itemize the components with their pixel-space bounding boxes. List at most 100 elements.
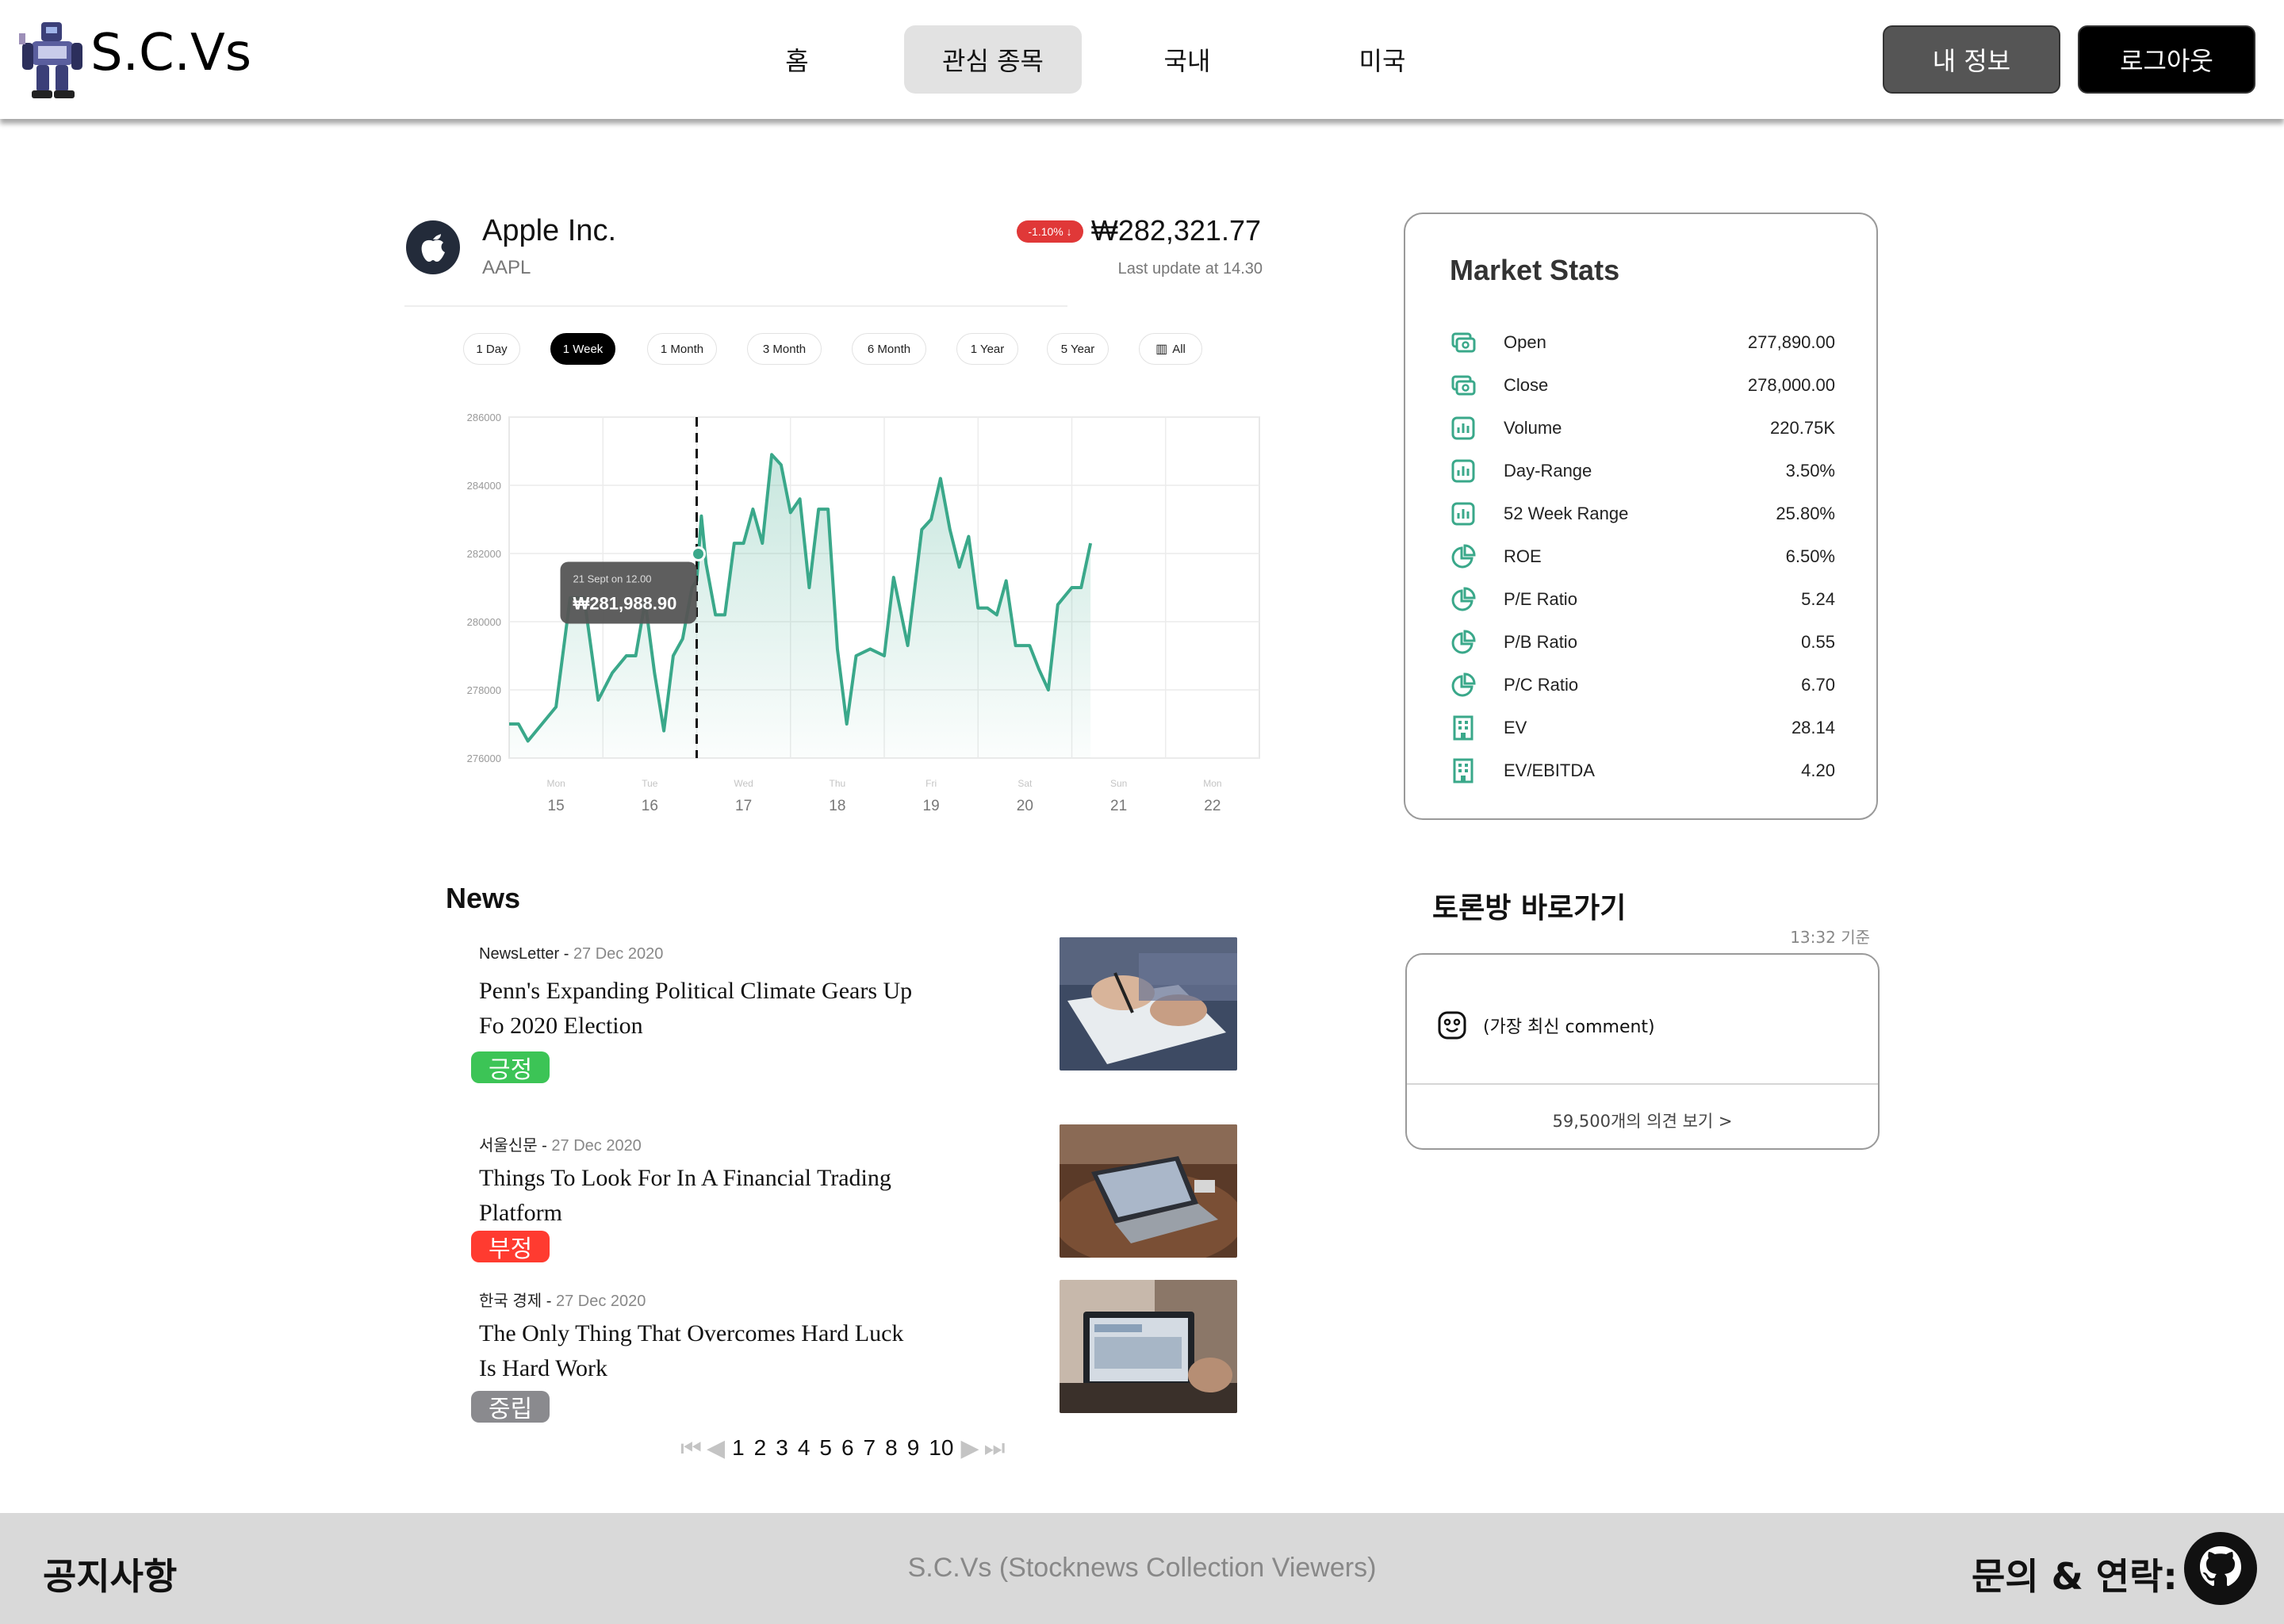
page-2[interactable]: 2 — [752, 1435, 769, 1461]
y-tick-label: 282000 — [467, 548, 501, 560]
stat-value: 28.14 — [1791, 718, 1835, 737]
period-6-month[interactable]: 6 Month — [852, 333, 926, 365]
x-day-label: Sat — [1017, 778, 1033, 789]
footer-tagline: S.C.Vs (Stocknews Collection Viewers) — [907, 1553, 1377, 1583]
stat-value: 0.55 — [1801, 632, 1835, 652]
apple-logo-icon — [406, 220, 460, 274]
stock-name: Apple Inc. — [482, 214, 616, 247]
latest-comment[interactable]: (가장 최신 comment) — [1437, 1010, 1655, 1040]
period-all-label: All — [1172, 342, 1186, 356]
stat-value: 3.50% — [1785, 461, 1835, 481]
page-6[interactable]: 6 — [839, 1435, 856, 1461]
nav-us[interactable]: 미국 — [1293, 25, 1471, 94]
stat-label: P/E Ratio — [1504, 589, 1577, 609]
period-3-month[interactable]: 3 Month — [747, 333, 822, 365]
page-4[interactable]: 4 — [795, 1435, 813, 1461]
x-date-label: 19 — [923, 798, 940, 814]
period-1-month[interactable]: 1 Month — [647, 333, 717, 365]
stat-row-ev-ebitda: EV/EBITDA 4.20 — [1450, 755, 1835, 787]
price-change-badge: -1.10% ↓ — [1017, 220, 1083, 243]
brand-name[interactable]: S.C.Vs — [90, 24, 251, 82]
pie-chart-icon — [1451, 587, 1476, 611]
footer: 공지사항 S.C.Vs (Stocknews Collection Viewer… — [0, 1513, 2284, 1624]
divider — [1407, 1083, 1878, 1085]
news-date: 27 Dec 2020 — [551, 1137, 642, 1155]
period-1-week[interactable]: 1 Week — [550, 333, 615, 365]
stat-row-roe: ROE 6.50% — [1450, 541, 1835, 573]
period-1-day[interactable]: 1 Day — [463, 333, 520, 365]
stat-label: EV — [1504, 718, 1527, 737]
news-headline[interactable]: Things To Look For In A Financial Tradin… — [479, 1161, 923, 1231]
page-8[interactable]: 8 — [883, 1435, 900, 1461]
top-navbar: S.C.Vs 홈 관심 종목 국내 미국 내 정보 로그아웃 — [0, 0, 2284, 119]
x-date-label: 15 — [548, 798, 565, 814]
news-thumbnail-signing[interactable] — [1060, 937, 1237, 1071]
stat-value: 278,000.00 — [1747, 375, 1835, 395]
news-thumbnail-laptop-trading[interactable] — [1060, 1124, 1237, 1258]
stat-value: 25.80% — [1776, 504, 1835, 523]
chart-icon: ▥ — [1155, 343, 1168, 356]
sentiment-badge-positive: 긍정 — [471, 1051, 550, 1084]
nav-watchlist[interactable]: 관심 종목 — [904, 25, 1082, 94]
nav-domestic[interactable]: 국내 — [1098, 25, 1276, 94]
page-5[interactable]: 5 — [817, 1435, 834, 1461]
stock-price: ₩282,321.77 — [1090, 214, 1261, 247]
page-3[interactable]: 3 — [773, 1435, 791, 1461]
stat-label: ROE — [1504, 546, 1542, 566]
stat-label: Volume — [1504, 418, 1562, 438]
robot-logo-icon[interactable] — [19, 17, 87, 100]
market-stats-title: Market Stats — [1450, 254, 1620, 286]
tooltip-value: ₩281,988.90 — [573, 593, 677, 613]
page-1[interactable]: 1 — [730, 1435, 747, 1461]
stat-row-p-e-ratio: P/E Ratio 5.24 — [1450, 584, 1835, 615]
bar-chart-icon — [1451, 502, 1475, 526]
last-update-text: Last update at 14.30 — [1117, 260, 1263, 278]
stat-label: P/C Ratio — [1504, 675, 1579, 695]
stat-row-volume: Volume 220.75K — [1450, 412, 1835, 444]
my-info-button[interactable]: 내 정보 — [1883, 25, 2060, 94]
period-all[interactable]: ▥ All — [1139, 333, 1202, 365]
news-date: 27 Dec 2020 — [555, 1293, 646, 1310]
discussion-timestamp: 13:32 기준 — [1790, 928, 1870, 947]
news-pagination: ⏮ ◀ 1 2 3 4 5 6 7 8 9 10 ▶ ⏭ — [680, 1432, 1009, 1464]
stat-label: 52 Week Range — [1504, 504, 1629, 523]
github-icon[interactable] — [2182, 1530, 2259, 1607]
bar-chart-icon — [1451, 459, 1475, 483]
stat-label: Close — [1504, 375, 1549, 395]
first-page-icon[interactable]: ⏮ — [680, 1434, 702, 1462]
news-headline[interactable]: Penn's Expanding Political Climate Gears… — [479, 974, 923, 1044]
stat-row-52-week-range: 52 Week Range 25.80% — [1450, 498, 1835, 530]
news-date: 27 Dec 2020 — [573, 945, 664, 963]
news-headline[interactable]: The Only Thing That Overcomes Hard Luck … — [479, 1316, 923, 1386]
discussion-heading[interactable]: 토론방 바로가기 — [1432, 885, 1626, 926]
view-comments-link[interactable]: 59,500개의 의견 보기 > — [1407, 1109, 1878, 1132]
x-day-label: Fri — [925, 778, 937, 789]
news-heading: News — [446, 882, 521, 914]
news-meta: 한국 경제 - 27 Dec 2020 — [479, 1293, 646, 1310]
pie-chart-icon — [1451, 544, 1476, 569]
x-day-label: Wed — [734, 778, 753, 789]
divider — [404, 305, 1067, 307]
next-page-icon[interactable]: ▶ — [960, 1434, 979, 1462]
stat-value: 6.50% — [1785, 546, 1835, 566]
page-10[interactable]: 10 — [926, 1435, 956, 1461]
news-meta: NewsLetter - 27 Dec 2020 — [479, 945, 664, 963]
news-item[interactable]: NewsLetter - 27 Dec 2020 Penn's Expandin… — [471, 937, 1240, 1120]
logout-button[interactable]: 로그아웃 — [2078, 25, 2255, 94]
period-5-year[interactable]: 5 Year — [1047, 333, 1109, 365]
news-thumbnail-laptop-user[interactable] — [1060, 1280, 1237, 1413]
nav-home[interactable]: 홈 — [708, 25, 886, 94]
x-day-label: Sun — [1110, 778, 1127, 789]
building-icon — [1453, 758, 1473, 783]
stat-row-ev: EV 28.14 — [1450, 712, 1835, 744]
price-chart[interactable]: 286000 284000 282000 280000 278000 276000 Mon 1… — [444, 396, 1277, 841]
y-tick-label: 280000 — [467, 616, 501, 628]
x-date-label: 18 — [829, 798, 845, 814]
period-1-year[interactable]: 1 Year — [956, 333, 1018, 365]
stat-row-p-b-ratio: P/B Ratio 0.55 — [1450, 626, 1835, 658]
last-page-icon[interactable]: ⏭ — [984, 1434, 1006, 1462]
page-9[interactable]: 9 — [905, 1435, 922, 1461]
page-7[interactable]: 7 — [861, 1435, 879, 1461]
sentiment-badge-neutral: 중립 — [471, 1391, 550, 1423]
prev-page-icon[interactable]: ◀ — [707, 1434, 725, 1462]
